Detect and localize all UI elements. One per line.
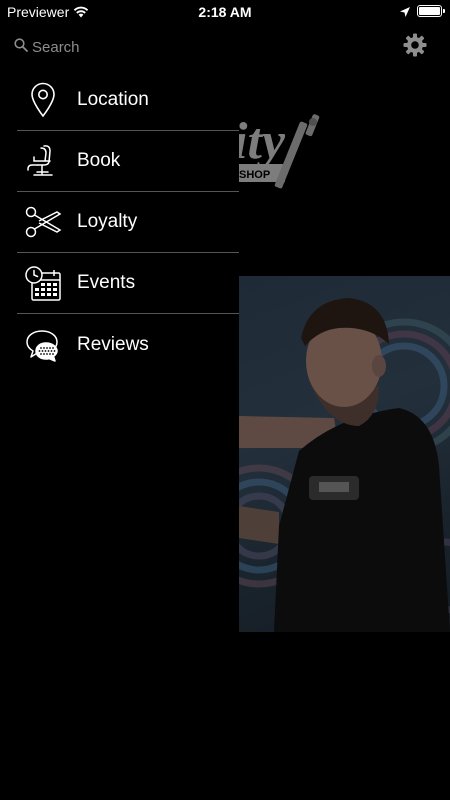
search-icon (14, 37, 28, 57)
search-input[interactable] (32, 38, 152, 56)
status-bar: Previewer 2:18 AM (0, 0, 450, 24)
menu-item-label: Loyalty (77, 211, 138, 232)
menu-item-label: Book (77, 150, 121, 171)
search-bar[interactable] (14, 37, 174, 57)
menu-item-events[interactable]: Events (17, 253, 239, 314)
menu-item-label: Location (77, 89, 149, 110)
status-time: 2:18 AM (198, 4, 252, 20)
menu-item-book[interactable]: Book (17, 131, 239, 192)
menu-item-reviews[interactable]: Reviews (17, 314, 239, 375)
logo-subtext: SHOP (239, 169, 270, 181)
shop-logo: ity SHOP (239, 100, 329, 210)
chat-bubbles-icon (23, 325, 63, 365)
menu-item-label: Reviews (77, 333, 149, 355)
battery-icon (417, 5, 445, 17)
logo-text: ity (239, 113, 286, 170)
location-arrow-icon (399, 5, 411, 23)
menu-item-label: Events (77, 272, 136, 293)
menu-item-location[interactable]: Location (17, 70, 239, 131)
gear-icon[interactable] (403, 33, 427, 57)
menu-item-loyalty[interactable]: Loyalty (17, 192, 239, 253)
location-pin-icon (23, 80, 63, 120)
side-menu: Location Book Loyalty Events Reviews (17, 70, 239, 375)
barber-photo (239, 276, 450, 632)
calendar-clock-icon (23, 263, 63, 303)
scissors-icon (23, 202, 63, 242)
barber-chair-icon (23, 141, 63, 181)
